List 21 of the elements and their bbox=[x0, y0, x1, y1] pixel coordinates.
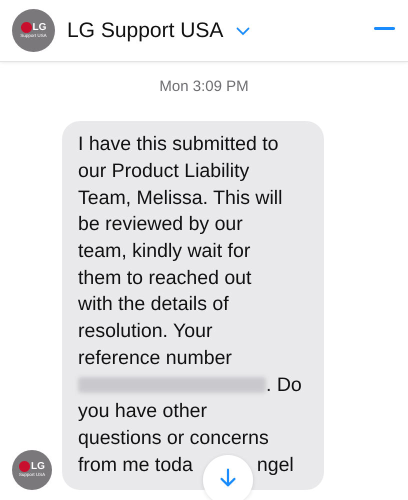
message-text: be reviewed by our bbox=[78, 213, 243, 236]
contact-name: LG Support USA bbox=[67, 18, 224, 42]
message-text: with the details of bbox=[78, 293, 229, 316]
message-text: them to reached out bbox=[78, 266, 252, 289]
message-text: ngel bbox=[256, 454, 294, 476]
message-text: our Product Liability bbox=[78, 160, 250, 182]
message-text: Team, Melissa. This will bbox=[78, 186, 282, 209]
message-text: from me toda bbox=[78, 454, 193, 476]
message-text: . Do bbox=[266, 374, 302, 396]
avatar-logo-text: LG bbox=[31, 461, 45, 472]
message-text: resolution. Your bbox=[78, 320, 212, 342]
message-text: questions or concerns bbox=[78, 426, 269, 449]
logo-mark-icon bbox=[19, 461, 30, 472]
logo-mark-icon bbox=[20, 22, 32, 33]
message-timestamp: Mon 3:09 PM bbox=[158, 78, 250, 95]
message-text: team, kindly wait for bbox=[78, 240, 250, 262]
message-text: you have other bbox=[78, 400, 208, 422]
message-text: reference number bbox=[78, 346, 232, 369]
message-text: I have this submitted to bbox=[78, 133, 279, 156]
avatar-logo-text: LG bbox=[32, 22, 46, 33]
chevron-down-icon[interactable] bbox=[236, 27, 250, 36]
